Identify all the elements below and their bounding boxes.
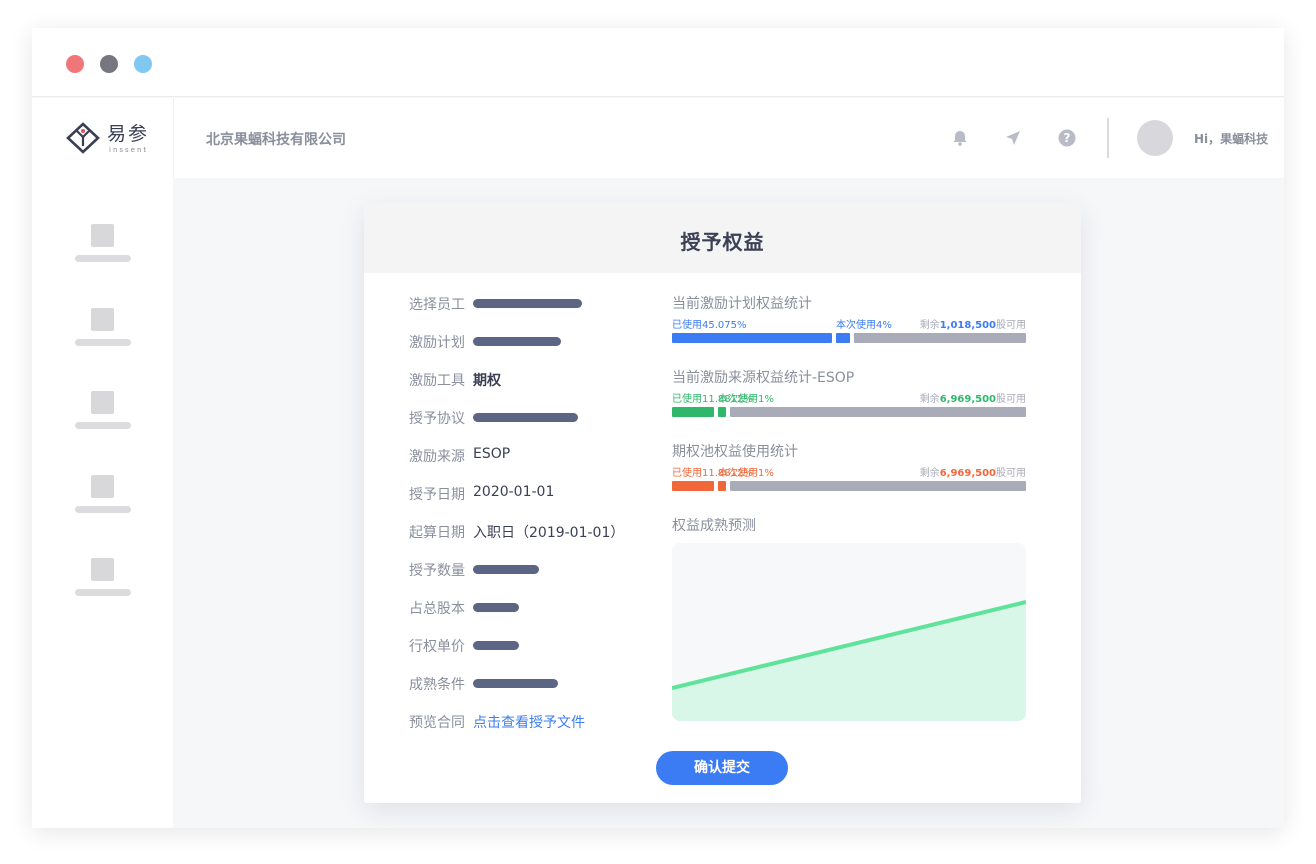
- stat-current-label: 本次使用1%: [718, 394, 774, 405]
- sidebar-item-3[interactable]: [32, 391, 173, 441]
- sidebar-item-1[interactable]: [32, 224, 173, 274]
- field-label: 激励来源: [409, 449, 465, 465]
- stat-title: 当前激励计划权益统计: [672, 296, 812, 312]
- sidebar-item-icon: [91, 558, 114, 581]
- dialog-header: 授予权益: [364, 203, 1081, 273]
- user-greeting[interactable]: Hi，果蝠科技: [1194, 130, 1268, 147]
- field-label: 成熟条件: [409, 677, 465, 693]
- sidebar-item-label-placeholder: [75, 255, 131, 262]
- close-window-button[interactable]: [66, 55, 84, 73]
- grant-quantity-value-placeholder[interactable]: [473, 565, 539, 574]
- svg-text:?: ?: [1064, 131, 1071, 145]
- sidebar-item-icon: [91, 224, 114, 247]
- bell-icon[interactable]: [951, 129, 969, 147]
- stat-remaining-segment: [730, 407, 1026, 417]
- stat-used-segment: [672, 333, 832, 343]
- stat-option-pool: 期权池权益使用统计 已使用11.8812% 本次使用1% 剩余6,969,500…: [672, 441, 1026, 501]
- grant-equity-dialog: 授予权益 选择员工 激励计划 激励工具 期权 授予协议 激励来源 ESOP 授予…: [364, 203, 1081, 803]
- field-label: 预览合同: [409, 715, 465, 731]
- vesting-forecast-chart: [672, 543, 1026, 721]
- view-grant-document-link[interactable]: 点击查看授予文件: [473, 712, 585, 732]
- sidebar-item-icon: [91, 475, 114, 498]
- sidebar-item-5[interactable]: [32, 558, 173, 608]
- send-icon[interactable]: [1004, 129, 1022, 147]
- share-ratio-value-placeholder[interactable]: [473, 603, 519, 612]
- stat-title: 当前激励来源权益统计-ESOP: [672, 370, 855, 386]
- sidebar-item-4[interactable]: [32, 475, 173, 525]
- logo[interactable]: 易参 inssent: [32, 98, 174, 178]
- vesting-condition-value-placeholder[interactable]: [473, 679, 558, 688]
- logo-text: 易参: [107, 123, 150, 145]
- app-window: 易参 inssent 北京果蝠科技有限公司 ? Hi，果蝠科技 授予权益 选择员…: [32, 28, 1284, 828]
- avatar[interactable]: [1137, 120, 1173, 156]
- sidebar-item-icon: [91, 391, 114, 414]
- help-icon[interactable]: ?: [1058, 129, 1076, 147]
- grant-agreement-value-placeholder[interactable]: [473, 413, 578, 422]
- dialog-title: 授予权益: [680, 230, 765, 254]
- exercise-price-value-placeholder[interactable]: [473, 641, 519, 650]
- employee-value-placeholder[interactable]: [473, 299, 582, 308]
- sidebar-item-icon: [91, 308, 114, 331]
- stat-remaining-text: 剩余6,969,500股可用: [919, 468, 1026, 479]
- incentive-source-value: ESOP: [473, 446, 511, 462]
- field-label: 激励计划: [409, 335, 465, 351]
- forecast-svg: [672, 600, 1026, 721]
- stat-progress-bar: [672, 333, 1026, 343]
- window-titlebar: [32, 28, 1284, 97]
- stat-remaining-value: 1,018,500: [939, 320, 996, 331]
- sidebar: [32, 178, 173, 828]
- logo-mark-icon: [66, 122, 100, 154]
- stat-used-segment: [672, 481, 714, 491]
- field-label: 占总股本: [409, 601, 465, 617]
- field-label: 激励工具: [409, 373, 465, 389]
- field-label: 授予协议: [409, 411, 465, 427]
- stat-incentive-source: 当前激励来源权益统计-ESOP 已使用11.8812% 本次使用1% 剩余6,9…: [672, 367, 1026, 427]
- stat-progress-bar: [672, 407, 1026, 417]
- field-label: 授予数量: [409, 563, 465, 579]
- stat-incentive-plan: 当前激励计划权益统计 已使用45.075% 本次使用4% 剩余1,018,500…: [672, 293, 1026, 353]
- field-label: 起算日期: [409, 525, 465, 541]
- stat-used-label: 已使用45.075%: [672, 320, 747, 331]
- stat-remaining-segment: [854, 333, 1026, 343]
- sidebar-item-2[interactable]: [32, 308, 173, 358]
- company-name: 北京果蝠科技有限公司: [206, 132, 346, 148]
- stat-progress-bar: [672, 481, 1026, 491]
- minimize-window-button[interactable]: [100, 55, 118, 73]
- stat-current-segment: [718, 407, 726, 417]
- sidebar-item-label-placeholder: [75, 506, 131, 513]
- stat-current-segment: [718, 481, 726, 491]
- top-header: 易参 inssent 北京果蝠科技有限公司 ? Hi，果蝠科技: [32, 98, 1284, 178]
- stat-used-segment: [672, 407, 714, 417]
- field-label: 选择员工: [409, 297, 465, 313]
- field-label: 授予日期: [409, 487, 465, 503]
- field-label: 行权单价: [409, 639, 465, 655]
- stat-remaining-value: 6,969,500: [939, 468, 996, 479]
- grant-date-value: 2020-01-01: [473, 484, 555, 500]
- stat-remaining-text: 剩余1,018,500股可用: [919, 320, 1026, 331]
- stat-current-label: 本次使用1%: [718, 468, 774, 479]
- sidebar-item-label-placeholder: [75, 589, 131, 596]
- sidebar-item-label-placeholder: [75, 339, 131, 346]
- stat-remaining-value: 6,969,500: [939, 394, 996, 405]
- incentive-tool-value: 期权: [473, 373, 501, 389]
- stat-current-segment: [836, 333, 850, 343]
- forecast-title: 权益成熟预测: [672, 518, 756, 534]
- maximize-window-button[interactable]: [134, 55, 152, 73]
- stat-current-label: 本次使用4%: [836, 320, 892, 331]
- stat-remaining-segment: [730, 481, 1026, 491]
- logo-subtext: inssent: [109, 146, 149, 154]
- start-date-value: 入职日（2019-01-01）: [473, 525, 625, 541]
- sidebar-item-label-placeholder: [75, 422, 131, 429]
- stat-remaining-text: 剩余6,969,500股可用: [919, 394, 1026, 405]
- submit-button[interactable]: 确认提交: [656, 751, 788, 785]
- stat-title: 期权池权益使用统计: [672, 444, 798, 460]
- header-divider: [1107, 118, 1109, 158]
- incentive-plan-value-placeholder[interactable]: [473, 337, 561, 346]
- forecast-area: [672, 602, 1026, 721]
